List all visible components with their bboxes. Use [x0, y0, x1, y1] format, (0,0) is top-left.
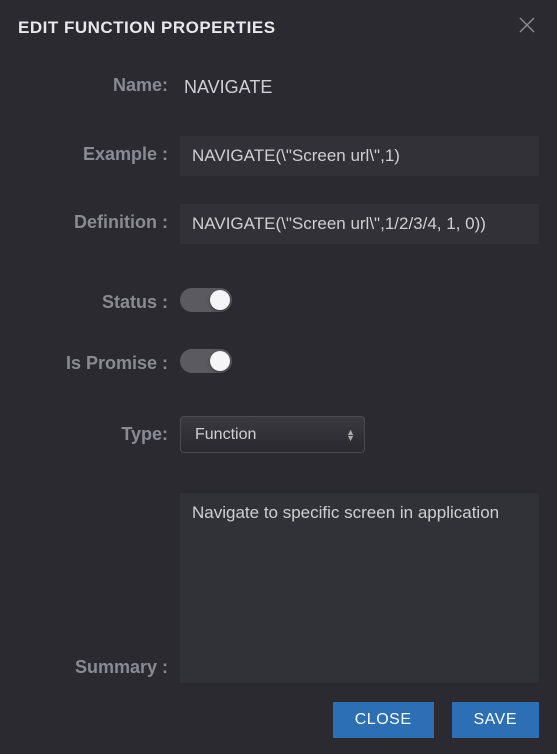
summary-textarea[interactable]: Navigate to specific screen in applicati… — [180, 493, 539, 683]
modal-body: Name: NAVIGATE Example : Definition : St… — [0, 55, 557, 692]
toggle-knob-icon — [210, 351, 230, 371]
row-definition: Definition : — [10, 204, 547, 244]
label-name: Name: — [10, 67, 180, 96]
label-example: Example : — [10, 136, 180, 165]
row-name: Name: NAVIGATE — [10, 67, 547, 108]
value-name: NAVIGATE — [180, 67, 539, 108]
type-select[interactable]: Function — [180, 416, 365, 453]
close-icon[interactable] — [515, 14, 539, 41]
row-is-promise: Is Promise : — [10, 345, 547, 374]
modal-header: EDIT FUNCTION PROPERTIES — [0, 0, 557, 55]
label-definition: Definition : — [10, 204, 180, 233]
row-status: Status : — [10, 284, 547, 313]
row-summary: Summary : Navigate to specific screen in… — [10, 493, 547, 688]
definition-input[interactable] — [180, 204, 539, 244]
toggle-knob-icon — [210, 290, 230, 310]
modal-footer: CLOSE SAVE — [0, 692, 557, 754]
close-button[interactable]: CLOSE — [333, 702, 434, 738]
example-input[interactable] — [180, 136, 539, 176]
label-is-promise: Is Promise : — [10, 345, 180, 374]
row-type: Type: Function ▲▼ — [10, 416, 547, 453]
label-type: Type: — [10, 416, 180, 445]
label-summary: Summary : — [10, 657, 180, 688]
save-button[interactable]: SAVE — [452, 702, 540, 738]
modal-title: EDIT FUNCTION PROPERTIES — [18, 18, 276, 38]
edit-function-modal: EDIT FUNCTION PROPERTIES Name: NAVIGATE … — [0, 0, 557, 750]
row-example: Example : — [10, 136, 547, 176]
status-toggle[interactable] — [180, 288, 232, 312]
label-status: Status : — [10, 284, 180, 313]
is-promise-toggle[interactable] — [180, 349, 232, 373]
